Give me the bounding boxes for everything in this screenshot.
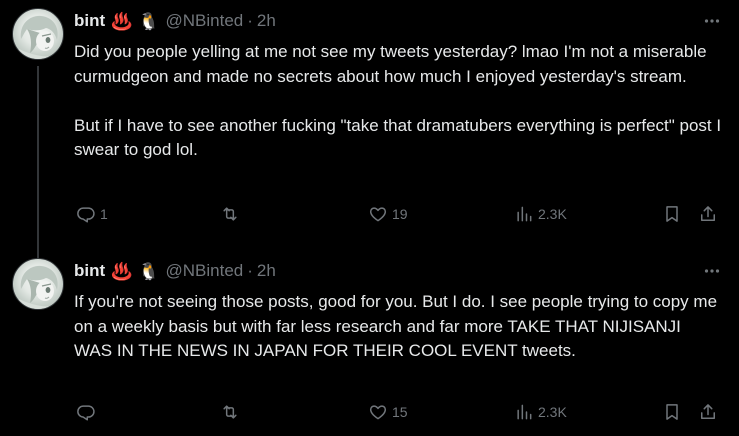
- retweet-icon: [223, 405, 237, 419]
- tweet[interactable]: bint ♨️ 🐧 @NBinted · 2h If you're not se…: [0, 250, 739, 436]
- like-button[interactable]: 19: [368, 204, 408, 224]
- more-dots-icon: [704, 19, 720, 23]
- tweet-actions: 1 19 2.3K: [74, 202, 723, 226]
- retweet-button[interactable]: [220, 204, 244, 224]
- separator-dot: ·: [247, 11, 253, 30]
- more-options-button[interactable]: [701, 260, 723, 282]
- share-button[interactable]: [698, 204, 718, 224]
- hot-springs-emoji: ♨️: [111, 261, 133, 281]
- retweet-icon: [223, 207, 237, 221]
- more-options-button[interactable]: [701, 10, 723, 32]
- share-button[interactable]: [698, 402, 718, 422]
- avatar[interactable]: [12, 258, 64, 310]
- avatar[interactable]: [12, 8, 64, 60]
- timestamp[interactable]: 2h: [257, 11, 276, 31]
- bookmark-icon: [666, 206, 678, 222]
- view-count: 2.3K: [538, 404, 567, 420]
- hot-springs-emoji: ♨️: [111, 11, 133, 31]
- like-count: 15: [392, 404, 408, 420]
- share-icon: [701, 404, 715, 419]
- like-count: 19: [392, 206, 408, 222]
- tweet-header: bint ♨️ 🐧 @NBinted · 2h: [74, 10, 723, 32]
- reply-icon: [77, 405, 95, 421]
- bookmark-button[interactable]: [662, 402, 682, 422]
- tweet-actions: 15 2.3K: [74, 400, 723, 424]
- penguin-emoji: 🐧: [138, 11, 160, 31]
- timestamp[interactable]: 2h: [257, 261, 276, 281]
- user-handle[interactable]: @NBinted: [166, 11, 244, 31]
- display-name[interactable]: bint: [74, 261, 105, 281]
- tweet-text: If you're not seeing those posts, good f…: [74, 292, 722, 360]
- anime-avatar-icon: [14, 15, 63, 59]
- more-dots-icon: [704, 269, 720, 273]
- heart-icon: [369, 207, 387, 222]
- display-name[interactable]: bint: [74, 11, 105, 31]
- bookmark-button[interactable]: [662, 204, 682, 224]
- views-button[interactable]: 2.3K: [514, 204, 567, 224]
- view-count: 2.3K: [538, 206, 567, 222]
- tweet[interactable]: bint ♨️ 🐧 @NBinted · 2h Did you people y…: [0, 0, 739, 262]
- retweet-button[interactable]: [220, 402, 244, 422]
- views-chart-icon: [517, 404, 532, 420]
- reply-icon: [77, 207, 95, 223]
- like-button[interactable]: 15: [368, 402, 408, 422]
- thread-connector-line: [37, 66, 39, 262]
- anime-avatar-icon: [14, 265, 63, 309]
- bookmark-icon: [666, 404, 678, 420]
- penguin-emoji: 🐧: [138, 261, 160, 281]
- views-chart-icon: [517, 206, 532, 222]
- views-button[interactable]: 2.3K: [514, 402, 567, 422]
- tweet-text: Did you people yelling at me not see my …: [74, 42, 722, 159]
- heart-icon: [369, 405, 387, 420]
- tweet-header: bint ♨️ 🐧 @NBinted · 2h: [74, 260, 723, 282]
- timeline-thread: bint ♨️ 🐧 @NBinted · 2h Did you people y…: [0, 0, 739, 436]
- reply-count: 1: [100, 206, 108, 222]
- avatar-column: [12, 258, 64, 310]
- avatar-column: [12, 8, 64, 262]
- share-icon: [701, 206, 715, 221]
- reply-button[interactable]: 1: [76, 204, 108, 224]
- reply-button[interactable]: [76, 402, 100, 422]
- separator-dot: ·: [247, 261, 253, 280]
- user-handle[interactable]: @NBinted: [166, 261, 244, 281]
